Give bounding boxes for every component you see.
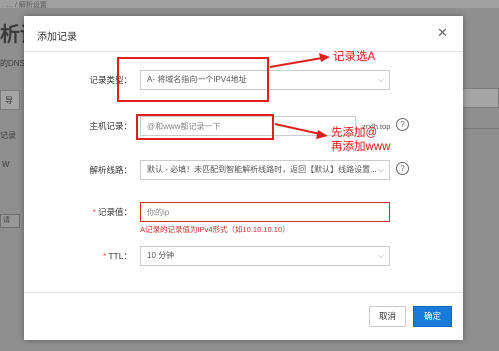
ok-button[interactable]: 确定 <box>413 306 452 327</box>
dialog-footer: 取消 确定 <box>24 292 463 341</box>
annotation-box-host-record <box>136 114 274 140</box>
dialog-title: 添加记录 <box>37 32 77 43</box>
close-icon[interactable]: ✕ <box>437 26 448 39</box>
background-right-button <box>462 88 499 108</box>
cancel-button[interactable]: 取消 <box>369 306 406 327</box>
resolve-line-select[interactable]: 默认 - 必填！未匹配到智能解析线路时，返回【默认】线路设置... ⌵ <box>140 160 390 180</box>
annotation-note-host-1: 先添加@ <box>331 127 378 139</box>
resolve-line-value: 默认 - 必填！未匹配到智能解析线路时，返回【默认】线路设置... <box>147 165 377 174</box>
question-circle-icon[interactable]: ? <box>396 118 409 131</box>
ttl-select[interactable]: 10 分钟 ⌵ <box>140 246 390 266</box>
column-hint: W <box>2 160 10 169</box>
chevron-down-icon: ⌵ <box>377 75 384 84</box>
breadcrumb: … / 解析设置 <box>6 2 47 9</box>
record-value-label-text: 记录值 <box>97 207 124 217</box>
annotation-note-type: 记录选A <box>333 51 376 63</box>
background-search-box: 请 <box>0 214 20 228</box>
ttl-value: 10 分钟 <box>147 251 175 260</box>
resolve-line-label: 解析线路： <box>89 165 132 175</box>
record-value-hint: A记录的记录值为IPv4形式（如10.10.10.10） <box>140 225 290 234</box>
host-record-label-text: 主机记录 <box>89 121 124 131</box>
ttl-label-text: TTL <box>108 251 124 261</box>
required-marker: * <box>92 207 96 217</box>
annotation-note-host-2: 再添加www <box>331 141 391 153</box>
annotation-box-record-type <box>117 57 269 102</box>
chevron-down-icon: ⌵ <box>377 165 384 174</box>
dialog-header: 添加记录 ✕ <box>24 16 463 52</box>
record-value-label: * 记录值： <box>92 207 132 217</box>
question-circle-icon[interactable]: ? <box>396 162 409 175</box>
host-record-label: 主机记录： <box>89 121 132 131</box>
background-divider <box>459 128 499 129</box>
resolve-line-label-text: 解析线路 <box>89 165 124 175</box>
required-marker: * <box>103 251 107 261</box>
record-value-input[interactable] <box>140 202 390 222</box>
page-subtitle: 的DNS <box>0 59 25 68</box>
import-button: 导 <box>0 90 20 110</box>
records-label: 记录 <box>0 131 16 140</box>
chevron-down-icon: ⌵ <box>377 251 384 260</box>
background-topbar: … / 解析设置 <box>0 0 499 9</box>
ttl-label: * TTL： <box>103 251 132 261</box>
